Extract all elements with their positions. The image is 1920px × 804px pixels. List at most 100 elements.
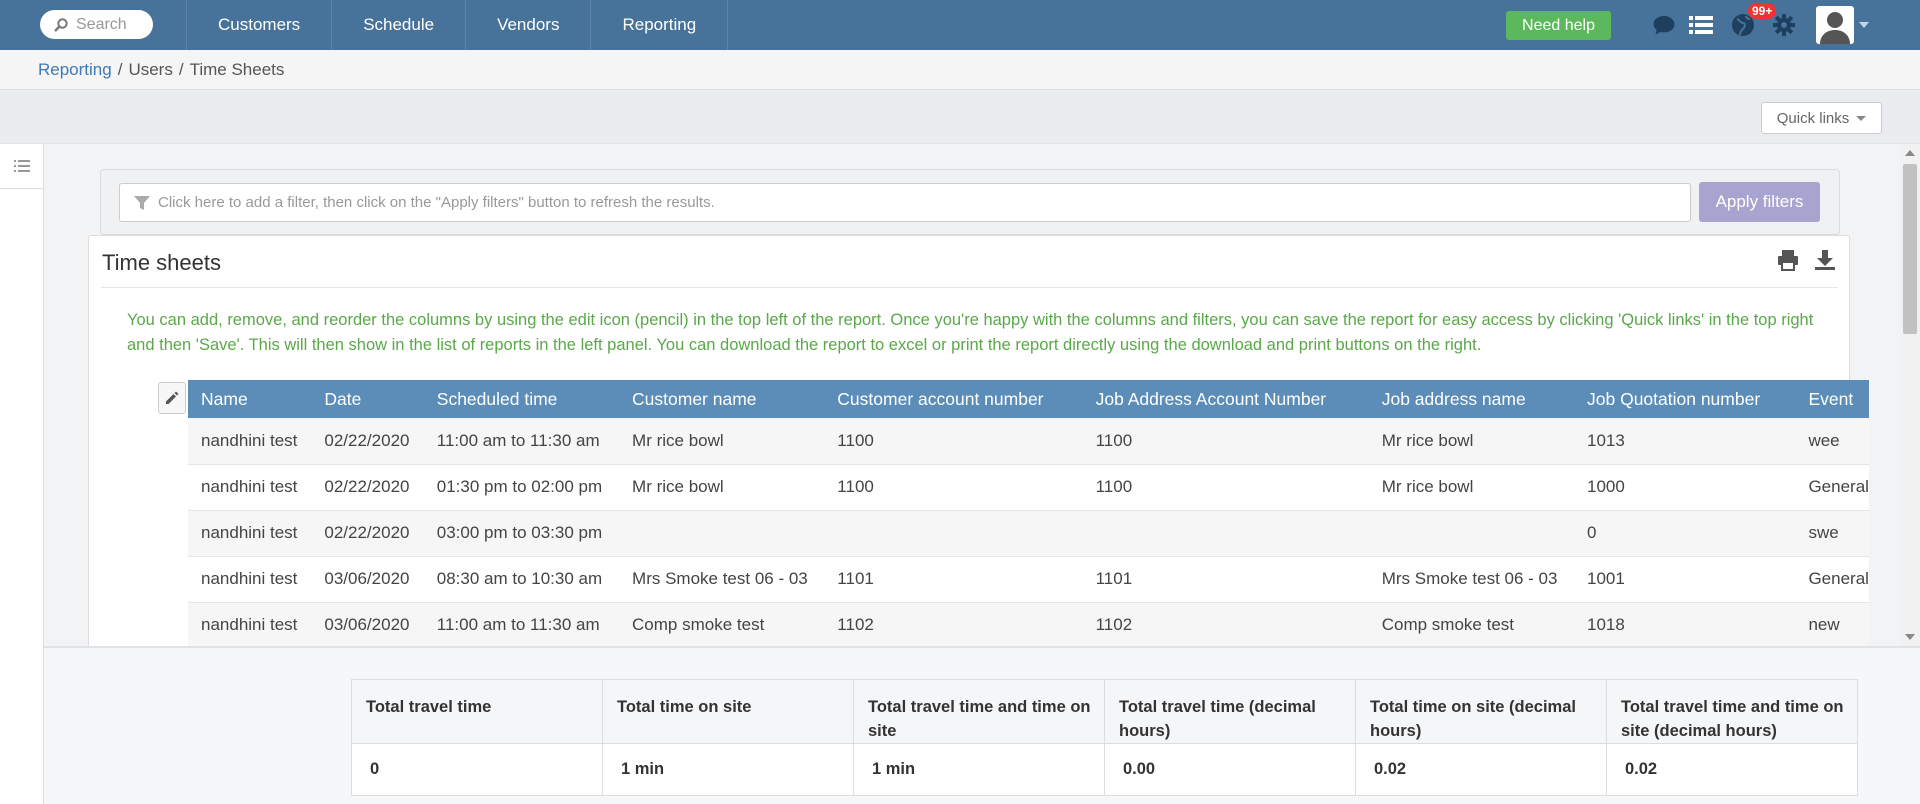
table-cell: 03/06/2020 xyxy=(311,602,424,646)
search-icon xyxy=(54,17,68,32)
table-row[interactable]: nandhini test 03/06/2020 08:30 am to 10:… xyxy=(188,556,1869,603)
vertical-scrollbar[interactable] xyxy=(1900,144,1920,646)
breadcrumb: Reporting / Users / Time Sheets xyxy=(0,50,1920,90)
breadcrumb-separator: / xyxy=(117,59,123,79)
left-panel-toggle[interactable] xyxy=(0,144,44,189)
table-cell: 1013 xyxy=(1574,418,1796,465)
list-icon[interactable] xyxy=(1688,12,1714,38)
table-cell: Mr rice bowl xyxy=(1368,464,1574,511)
gear-icon[interactable] xyxy=(1771,12,1797,38)
panel-divider xyxy=(101,287,1838,288)
table-cell: 02/22/2020 xyxy=(311,464,424,511)
report-title: Time sheets xyxy=(102,250,222,275)
table-cell: nandhini test xyxy=(188,464,312,511)
table-cell xyxy=(824,510,1083,557)
breadcrumb-users: Users xyxy=(128,59,173,79)
filter-placeholder: Click here to add a filter, then click o… xyxy=(158,194,715,211)
pencil-icon xyxy=(166,391,179,404)
user-avatar[interactable] xyxy=(1816,6,1854,44)
download-icon[interactable] xyxy=(1814,249,1836,276)
table-header-row: Name Date Scheduled time Customer name C… xyxy=(188,380,1869,418)
column-header[interactable]: Date xyxy=(311,380,424,418)
table-cell: General xyxy=(1795,464,1869,511)
table-cell: nandhini test xyxy=(188,556,312,603)
table-cell: 1102 xyxy=(1082,602,1369,646)
table-cell: Mr rice bowl xyxy=(619,418,825,465)
column-header[interactable]: Customer name xyxy=(619,380,825,418)
search-placeholder: Search xyxy=(76,15,127,33)
column-header[interactable]: Job address name xyxy=(1368,380,1574,418)
quick-links-label: Quick links xyxy=(1776,109,1850,127)
table-cell: 11:00 am to 11:30 am xyxy=(423,418,620,465)
table-cell: Mr rice bowl xyxy=(1368,418,1574,465)
report-table-wrapper: Name Date Scheduled time Customer name C… xyxy=(188,380,1869,646)
apply-filters-button[interactable]: Apply filters xyxy=(1699,182,1820,222)
user-menu-caret-icon[interactable] xyxy=(1859,22,1869,28)
column-header[interactable]: Event xyxy=(1795,380,1869,418)
nav-reporting[interactable]: Reporting xyxy=(590,0,729,50)
table-cell xyxy=(1082,510,1369,557)
table-cell: 1100 xyxy=(1082,464,1369,511)
totals-header: Total travel time (decimal hours) xyxy=(1104,679,1356,744)
nav-schedule[interactable]: Schedule xyxy=(331,0,465,50)
table-cell: 1018 xyxy=(1574,602,1796,646)
table-cell: 1100 xyxy=(824,464,1083,511)
table-cell: Mr rice bowl xyxy=(619,464,825,511)
chat-icon[interactable] xyxy=(1651,12,1677,38)
table-row[interactable]: nandhini test 02/22/2020 01:30 pm to 02:… xyxy=(188,464,1869,511)
top-navbar: Search Customers Schedule Vendors Report… xyxy=(0,0,1920,50)
table-cell: 1102 xyxy=(824,602,1083,646)
totals-header: Total travel time and time on site xyxy=(853,679,1105,744)
filter-icon xyxy=(134,195,150,210)
table-cell: 1000 xyxy=(1574,464,1796,511)
table-cell: 02/22/2020 xyxy=(311,510,424,557)
column-header[interactable]: Customer account number xyxy=(824,380,1083,418)
edit-columns-button[interactable] xyxy=(158,382,186,414)
need-help-button[interactable]: Need help xyxy=(1506,11,1611,40)
table-cell: Mrs Smoke test 06 - 03 xyxy=(1368,556,1574,603)
table-row[interactable]: nandhini test 02/22/2020 11:00 am to 11:… xyxy=(188,418,1869,465)
breadcrumb-reporting[interactable]: Reporting xyxy=(38,60,112,80)
breadcrumb-separator: / xyxy=(178,59,184,79)
scrollbar-thumb[interactable] xyxy=(1903,164,1917,334)
main-nav: Customers Schedule Vendors Reporting xyxy=(186,0,729,50)
table-cell: 02/22/2020 xyxy=(311,418,424,465)
totals-header: Total time on site xyxy=(602,679,854,744)
scroll-down-arrow-icon[interactable] xyxy=(1905,634,1915,640)
totals-value: 1 min xyxy=(602,743,854,796)
table-row[interactable]: nandhini test 02/22/2020 03:00 pm to 03:… xyxy=(188,510,1869,557)
nav-customers[interactable]: Customers xyxy=(186,0,331,50)
table-cell: Mrs Smoke test 06 - 03 xyxy=(619,556,825,603)
table-cell: nandhini test xyxy=(188,418,312,465)
totals-header: Total time on site (decimal hours) xyxy=(1355,679,1607,744)
table-cell xyxy=(1368,510,1574,557)
quick-links-dropdown[interactable]: Quick links xyxy=(1761,102,1882,134)
column-header[interactable]: Job Quotation number xyxy=(1574,380,1796,418)
column-header[interactable]: Scheduled time xyxy=(423,380,620,418)
filter-bar: Click here to add a filter, then click o… xyxy=(100,169,1840,235)
table-row[interactable]: nandhini test 03/06/2020 11:00 am to 11:… xyxy=(188,602,1869,646)
table-cell: 1100 xyxy=(824,418,1083,465)
scroll-up-arrow-icon[interactable] xyxy=(1905,150,1915,156)
totals-value-row: 0 1 min 1 min 0.00 0.02 0.02 xyxy=(351,743,1858,796)
table-cell: new xyxy=(1795,602,1869,646)
table-cell: 01:30 pm to 02:00 pm xyxy=(423,464,620,511)
table-cell: 03:00 pm to 03:30 pm xyxy=(423,510,620,557)
search-input[interactable]: Search xyxy=(40,10,153,39)
nav-vendors[interactable]: Vendors xyxy=(465,0,590,50)
totals-value: 1 min xyxy=(853,743,1105,796)
table-cell: Comp smoke test xyxy=(1368,602,1574,646)
filter-input[interactable]: Click here to add a filter, then click o… xyxy=(119,183,1691,222)
totals-value: 0.02 xyxy=(1355,743,1607,796)
user-avatar-icon xyxy=(1820,12,1850,44)
breadcrumb-current: Time Sheets xyxy=(189,59,285,79)
column-header[interactable]: Name xyxy=(188,380,312,418)
page-toolbar: Quick links xyxy=(0,91,1920,144)
table-cell: 0 xyxy=(1574,510,1796,557)
table-cell: General xyxy=(1795,556,1869,603)
report-info-text: You can add, remove, and reorder the col… xyxy=(127,311,1814,354)
print-icon[interactable] xyxy=(1777,249,1799,276)
column-header[interactable]: Job Address Account Number xyxy=(1082,380,1369,418)
table-cell: Comp smoke test xyxy=(619,602,825,646)
menu-icon xyxy=(14,160,30,172)
